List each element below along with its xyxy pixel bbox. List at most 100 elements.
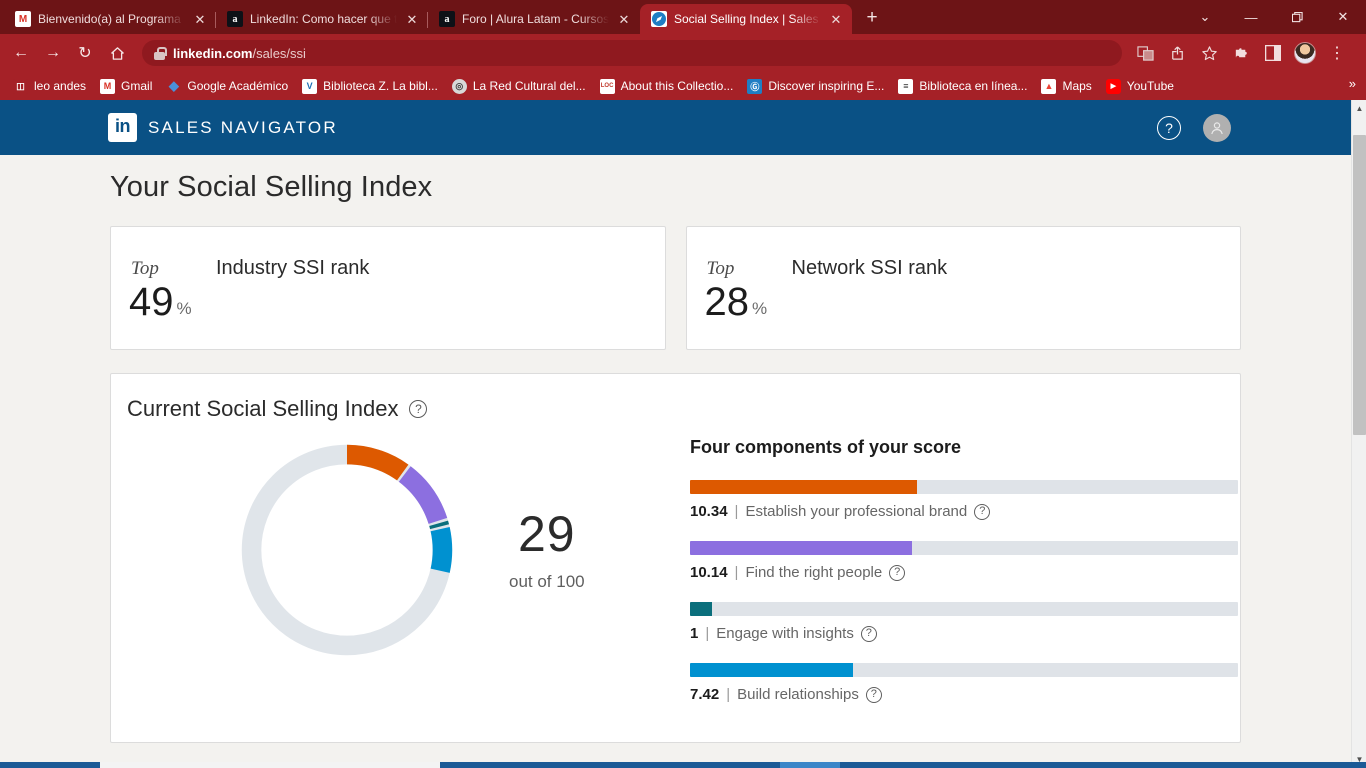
bookmark-item[interactable]: ▲ Maps [1034, 76, 1098, 97]
help-icon[interactable]: ? [1157, 115, 1181, 140]
bookmark-label: Biblioteca en línea... [919, 79, 1028, 93]
sales-navigator-header: in SALES NAVIGATOR ? [0, 100, 1351, 155]
browser-tab[interactable]: a LinkedIn: Como hacer que tu perf ✕ [215, 4, 428, 34]
ssi-donut-chart [241, 444, 453, 656]
translate-icon[interactable] [1130, 38, 1160, 68]
brand[interactable]: in SALES NAVIGATOR [108, 113, 338, 142]
bookmark-label: Google Académico [187, 79, 289, 93]
browser-menu-icon[interactable]: ⋮ [1322, 38, 1352, 68]
component-name: Find the right people [745, 564, 883, 581]
side-panel-icon[interactable] [1258, 38, 1288, 68]
current-ssi-header: Current Social Selling Index ? [127, 396, 1214, 422]
rank-percent-sign: % [752, 299, 768, 318]
tab-close-button[interactable]: ✕ [192, 11, 208, 27]
component-row: 10.14 | Find the right people ? [690, 541, 1238, 581]
page-content: in SALES NAVIGATOR ? Your Social Selling… [0, 100, 1351, 768]
forward-icon[interactable]: → [38, 38, 68, 68]
rank-cards-row: Top Industry SSI rank 49 % Top Network S… [0, 204, 1351, 350]
current-ssi-card: Current Social Selling Index ? 29 out of… [110, 373, 1241, 743]
brand-title: SALES NAVIGATOR [148, 117, 338, 137]
bookmark-label: Discover inspiring E... [768, 79, 885, 93]
help-icon[interactable]: ? [974, 503, 991, 520]
component-name: Build relationships [737, 686, 859, 703]
bookmark-item[interactable]: M Gmail [93, 76, 159, 97]
tab-title: LinkedIn: Como hacer que tu perf [250, 12, 397, 26]
bookmark-item[interactable]: ◆ Google Académico [159, 76, 295, 97]
component-progress-fill [690, 541, 913, 555]
book-icon: ◫ [13, 78, 28, 94]
tab-title: Foro | Alura Latam - Cursos onlin [462, 12, 609, 26]
user-avatar-icon[interactable] [1203, 113, 1231, 142]
home-icon[interactable] [102, 38, 132, 68]
bookmark-item[interactable]: ▶ YouTube [1099, 76, 1181, 97]
current-ssi-title: Current Social Selling Index [127, 396, 399, 421]
help-icon[interactable]: ? [409, 400, 428, 418]
browser-tab[interactable]: a Foro | Alura Latam - Cursos onlin ✕ [427, 4, 640, 34]
bookmark-item[interactable]: ◫ leo andes [6, 76, 93, 97]
puzzle-icon[interactable] [1226, 38, 1256, 68]
component-row: 10.34 | Establish your professional bran… [690, 480, 1238, 520]
profile-avatar[interactable] [1290, 38, 1320, 68]
component-progress-track [690, 602, 1238, 616]
tab-close-button[interactable]: ✕ [616, 11, 632, 27]
header-actions: ? [1157, 100, 1231, 155]
component-row: 1 | Engage with insights ? [690, 602, 1238, 642]
new-tab-button[interactable]: + [858, 4, 886, 32]
components-title: Four components of your score [690, 437, 962, 457]
scrollbar-thumb[interactable] [1353, 135, 1366, 435]
linkedin-logo-icon: in [108, 113, 137, 142]
gmail-icon: M [100, 78, 116, 94]
back-icon[interactable]: ← [6, 38, 36, 68]
bookmark-item[interactable]: Ⓖ Discover inspiring E... [740, 76, 891, 97]
minimize-icon[interactable]: — [1228, 0, 1274, 34]
bookmark-item[interactable]: LOC About this Collectio... [593, 76, 741, 97]
biblioteca-icon: ≡ [898, 78, 914, 94]
component-name: Establish your professional brand [745, 503, 968, 520]
help-icon[interactable]: ? [889, 564, 906, 581]
bookmark-item[interactable]: ≡ Biblioteca en línea... [891, 76, 1034, 97]
tab-close-button[interactable]: ✕ [404, 11, 420, 27]
rank-value: 28 % [705, 282, 768, 322]
tab-close-button[interactable]: ✕ [828, 11, 844, 27]
rank-number: 28 [704, 280, 750, 324]
help-icon[interactable]: ? [865, 686, 882, 703]
reload-icon[interactable]: ↻ [70, 38, 100, 68]
component-progress-fill [690, 602, 712, 616]
browser-tab[interactable]: M Bienvenido(a) al Programa ONE - ✕ [4, 4, 216, 34]
chevron-down-icon[interactable]: ⌄ [1182, 0, 1228, 34]
bookmark-label: Maps [1062, 79, 1092, 93]
page-viewport: in SALES NAVIGATOR ? Your Social Selling… [0, 100, 1366, 768]
scroll-up-icon[interactable]: ▲ [1352, 100, 1366, 117]
page-scrollbar[interactable]: ▲ ▼ [1351, 100, 1366, 768]
gmail-icon: M [15, 11, 31, 27]
window-controls: ⌄ — ✕ [1182, 0, 1366, 34]
discover-icon: Ⓖ [747, 78, 763, 94]
separator: | [726, 686, 731, 703]
rank-percent-sign: % [176, 299, 192, 318]
bookmark-item[interactable]: V Biblioteca Z. La bibl... [295, 76, 445, 97]
component-label-row: 10.14 | Find the right people ? [690, 564, 1238, 581]
bookmark-item[interactable]: ◎ La Red Cultural del... [445, 76, 593, 97]
address-bar[interactable]: linkedin.com/sales/ssi [142, 40, 1122, 66]
browser-tab-active[interactable]: Social Selling Index | Sales Naviga ✕ [640, 4, 852, 34]
rank-value: 49 % [129, 282, 192, 322]
linkedin-sales-icon [651, 11, 667, 27]
redcultural-icon: ◎ [451, 78, 467, 94]
page-title: Your Social Selling Index [110, 171, 433, 203]
maximize-icon[interactable] [1274, 0, 1320, 34]
rank-top-word: Top [131, 258, 159, 279]
maps-icon: ▲ [1041, 78, 1057, 94]
alura-icon: a [227, 11, 243, 27]
share-icon[interactable] [1162, 38, 1192, 68]
bookmarks-overflow-button[interactable]: » [1343, 76, 1362, 91]
alura-icon: a [439, 11, 455, 27]
bookmark-label: YouTube [1126, 79, 1174, 93]
star-icon[interactable] [1194, 38, 1224, 68]
bookmark-label: leo andes [34, 79, 87, 93]
help-icon[interactable]: ? [860, 625, 877, 642]
youtube-icon: ▶ [1105, 78, 1121, 94]
close-icon[interactable]: ✕ [1320, 0, 1366, 34]
tab-title: Social Selling Index | Sales Naviga [674, 12, 821, 26]
component-value: 1 [690, 625, 699, 642]
component-progress-track [690, 480, 1238, 494]
